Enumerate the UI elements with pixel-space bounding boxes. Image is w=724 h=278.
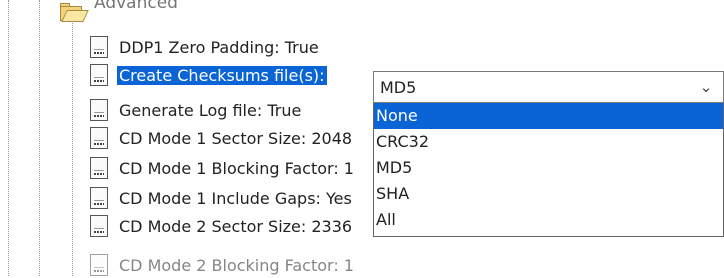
tree-guide-line — [39, 0, 40, 276]
tree-item-label: DDP1 Zero Padding: True — [119, 37, 319, 57]
checksum-type-dropdown-list: None CRC32 MD5 SHA All — [373, 103, 724, 237]
document-icon — [90, 157, 108, 179]
tree-item-label: CD Mode 2 Sector Size: 2336 — [119, 216, 353, 236]
dropdown-option-all[interactable]: All — [374, 207, 723, 233]
document-icon — [90, 187, 108, 209]
tree-item-cd-mode1-blocking-factor[interactable]: CD Mode 1 Blocking Factor: 1 — [90, 155, 354, 181]
tree-guide-line — [72, 10, 73, 276]
tree-item-create-checksums[interactable]: Create Checksums file(s): — [90, 62, 327, 88]
tree-item-label: CD Mode 1 Sector Size: 2048 — [119, 128, 353, 148]
chevron-down-icon[interactable]: ⌄ — [689, 78, 723, 96]
tree-item-generate-log[interactable]: Generate Log file: True — [90, 97, 301, 123]
tree-item-label: Generate Log file: True — [119, 100, 302, 120]
tree-item-ddp1-zero-padding[interactable]: DDP1 Zero Padding: True — [90, 34, 319, 60]
folder-label: Advanced — [94, 0, 178, 13]
document-icon — [90, 64, 108, 86]
dropdown-option-crc32[interactable]: CRC32 — [374, 129, 723, 155]
tree-item-cd-mode2-blocking-factor[interactable]: CD Mode 2 Blocking Factor: 1 — [90, 252, 354, 278]
document-icon — [90, 127, 108, 149]
tree-item-label: CD Mode 1 Blocking Factor: 1 — [119, 158, 354, 178]
tree-item-label: Create Checksums file(s): — [117, 65, 327, 85]
tree-item-cd-mode1-sector-size[interactable]: CD Mode 1 Sector Size: 2048 — [90, 125, 352, 151]
tree-item-cd-mode2-sector-size[interactable]: CD Mode 2 Sector Size: 2336 — [90, 213, 352, 239]
tree-folder-advanced[interactable]: Advanced — [60, 0, 178, 24]
document-icon — [90, 36, 108, 58]
tree-item-label: CD Mode 2 Blocking Factor: 1 — [119, 255, 354, 275]
dropdown-option-md5[interactable]: MD5 — [374, 155, 723, 181]
combobox-value: MD5 — [380, 77, 417, 97]
document-icon — [90, 215, 108, 237]
checksum-type-combobox[interactable]: MD5 ⌄ — [373, 71, 724, 103]
tree-item-cd-mode1-include-gaps[interactable]: CD Mode 1 Include Gaps: Yes — [90, 185, 352, 211]
document-icon — [90, 99, 108, 121]
open-folder-icon — [60, 2, 89, 22]
dropdown-option-none[interactable]: None — [374, 103, 723, 129]
document-icon — [90, 254, 108, 276]
tree-item-label: CD Mode 1 Include Gaps: Yes — [119, 188, 352, 208]
tree-guide-line — [8, 0, 9, 276]
dropdown-option-sha[interactable]: SHA — [374, 181, 723, 207]
